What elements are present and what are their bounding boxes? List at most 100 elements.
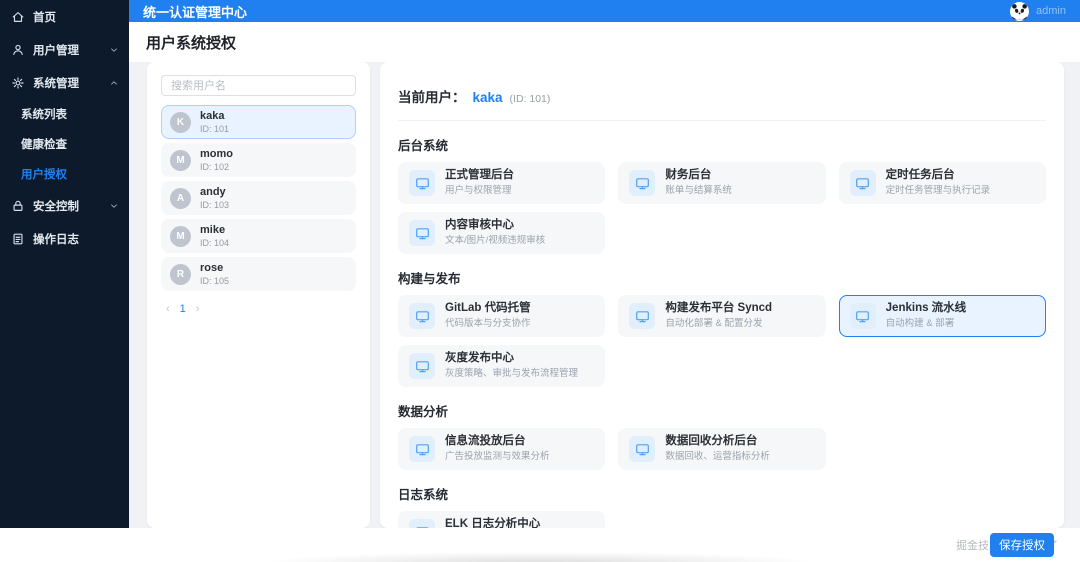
system-card[interactable]: GitLab 代码托管 代码版本与分支协作 <box>398 295 605 337</box>
avatar: K <box>170 112 191 133</box>
current-user-row: 当前用户： kaka (ID: 101) <box>398 62 1046 121</box>
system-card[interactable]: 定时任务后台 定时任务管理与执行记录 <box>839 162 1046 204</box>
system-desc: 数据回收、运营指标分析 <box>665 451 770 462</box>
pagination: ‹ 1 › <box>161 303 356 315</box>
sidebar-item-label: 首页 <box>33 9 119 25</box>
system-name: 内容审核中心 <box>445 219 545 233</box>
user-list-item[interactable]: M momo ID: 102 <box>161 143 356 177</box>
sidebar-item-user-authorization[interactable]: 用户授权 <box>0 159 129 189</box>
section-title: 日志系统 <box>398 484 1046 503</box>
footer-bar: 掘金技术 保存授权 了 <box>0 528 1080 562</box>
user-list-item[interactable]: A andy ID: 103 <box>161 181 356 215</box>
next-page-button[interactable]: › <box>196 303 200 315</box>
system-name: 财务后台 <box>665 169 732 183</box>
system-section: 日志系统 ELK 日志分析中心 全链路日志检索与故障排查 <box>398 484 1046 528</box>
monitor-icon <box>850 303 876 329</box>
system-sections: 后台系统 正式管理后台 用户与权限管理 财务后台 账单与结算系统 定时任务后台 … <box>398 135 1046 528</box>
sidebar-item-system-management[interactable]: 系统管理 <box>0 66 129 99</box>
system-card[interactable]: Jenkins 流水线 自动构建 & 部署 <box>839 295 1046 337</box>
search-input[interactable] <box>161 75 356 96</box>
user-list-item[interactable]: K kaka ID: 101 <box>161 105 356 139</box>
system-card[interactable]: ELK 日志分析中心 全链路日志检索与故障排查 <box>398 511 605 528</box>
system-name: 正式管理后台 <box>445 169 514 183</box>
top-bar: 统一认证管理中心 admin <box>129 0 1080 22</box>
monitor-icon <box>409 353 435 379</box>
save-authorization-button[interactable]: 保存授权 <box>990 533 1054 557</box>
section-title: 后台系统 <box>398 135 1046 154</box>
system-name: GitLab 代码托管 <box>445 302 531 316</box>
system-desc: 文本/图片/视频违规审核 <box>445 235 545 246</box>
system-card[interactable]: 财务后台 账单与结算系统 <box>618 162 825 204</box>
home-icon <box>11 10 25 24</box>
current-user-name: kaka <box>473 90 503 105</box>
system-section: 数据分析 信息流投放后台 广告投放监测与效果分析 数据回收分析后台 数据回收、运… <box>398 401 1046 470</box>
sidebar-item-security-control[interactable]: 安全控制 <box>0 189 129 222</box>
system-card[interactable]: 内容审核中心 文本/图片/视频违规审核 <box>398 212 605 254</box>
monitor-icon <box>409 436 435 462</box>
chevron-down-icon <box>109 201 119 211</box>
system-name: 信息流投放后台 <box>445 435 550 449</box>
user-id: ID: 102 <box>200 162 233 173</box>
system-grid: 信息流投放后台 广告投放监测与效果分析 数据回收分析后台 数据回收、运营指标分析 <box>398 428 1046 470</box>
sidebar-item-health-check[interactable]: 健康检查 <box>0 129 129 159</box>
user-name: kaka <box>200 110 229 123</box>
chevron-down-icon <box>109 45 119 55</box>
user-name: mike <box>200 224 229 237</box>
system-desc: 自动构建 & 部署 <box>886 318 967 329</box>
user-id: ID: 105 <box>200 276 229 287</box>
system-desc: 代码版本与分支协作 <box>445 318 531 329</box>
monitor-icon <box>409 220 435 246</box>
panda-avatar-icon[interactable] <box>1010 2 1029 21</box>
monitor-icon <box>850 170 876 196</box>
monitor-icon <box>629 303 655 329</box>
monitor-icon <box>629 436 655 462</box>
system-name: 灰度发布中心 <box>445 352 578 366</box>
chevron-up-icon <box>109 78 119 88</box>
sidebar-menu: 首页 用户管理 系统管理 系统列表健康检查用户授权 安全控制 操作日志 <box>0 0 129 255</box>
monitor-icon <box>629 170 655 196</box>
system-name: Jenkins 流水线 <box>886 302 967 316</box>
avatar: R <box>170 264 191 285</box>
system-card[interactable]: 信息流投放后台 广告投放监测与效果分析 <box>398 428 605 470</box>
user-id: ID: 103 <box>200 200 229 211</box>
sidebar: 首页 用户管理 系统管理 系统列表健康检查用户授权 安全控制 操作日志 <box>0 0 129 528</box>
sidebar-item-home[interactable]: 首页 <box>0 0 129 33</box>
page-number[interactable]: 1 <box>180 303 186 315</box>
authorization-panel: 当前用户： kaka (ID: 101) 后台系统 正式管理后台 用户与权限管理… <box>380 62 1064 528</box>
user-icon <box>11 43 25 57</box>
system-desc: 定时任务管理与执行记录 <box>886 185 991 196</box>
system-name: 定时任务后台 <box>886 169 991 183</box>
system-card[interactable]: 灰度发布中心 灰度策略、审批与发布流程管理 <box>398 345 605 387</box>
system-grid: 正式管理后台 用户与权限管理 财务后台 账单与结算系统 定时任务后台 定时任务管… <box>398 162 1046 254</box>
system-card[interactable]: 正式管理后台 用户与权限管理 <box>398 162 605 204</box>
sidebar-item-label: 用户管理 <box>33 42 101 58</box>
user-name: andy <box>200 186 229 199</box>
user-panel: K kaka ID: 101 M momo ID: 102 A andy ID:… <box>147 62 370 528</box>
system-card[interactable]: 数据回收分析后台 数据回收、运营指标分析 <box>618 428 825 470</box>
sidebar-item-user-management[interactable]: 用户管理 <box>0 33 129 66</box>
current-user-label: 当前用户： <box>398 86 466 106</box>
gear-icon <box>11 76 25 90</box>
page-header: 用户系统授权 <box>129 22 1080 62</box>
sidebar-item-system-list[interactable]: 系统列表 <box>0 99 129 129</box>
user-id: ID: 104 <box>200 238 229 249</box>
section-title: 构建与发布 <box>398 268 1046 287</box>
doc-icon <box>11 232 25 246</box>
user-list-item[interactable]: R rose ID: 105 <box>161 257 356 291</box>
sidebar-item-operation-logs[interactable]: 操作日志 <box>0 222 129 255</box>
lock-icon <box>11 199 25 213</box>
current-user-id: (ID: 101) <box>510 93 551 105</box>
app-title: 统一认证管理中心 <box>143 2 1010 21</box>
system-name: 数据回收分析后台 <box>665 435 770 449</box>
section-title: 数据分析 <box>398 401 1046 420</box>
user-list-item[interactable]: M mike ID: 104 <box>161 219 356 253</box>
user-id: ID: 101 <box>200 124 229 135</box>
system-desc: 账单与结算系统 <box>665 185 732 196</box>
page-title: 用户系统授权 <box>146 32 236 53</box>
system-section: 后台系统 正式管理后台 用户与权限管理 财务后台 账单与结算系统 定时任务后台 … <box>398 135 1046 254</box>
window-shadow <box>270 552 810 562</box>
prev-page-button[interactable]: ‹ <box>166 303 170 315</box>
system-grid: ELK 日志分析中心 全链路日志检索与故障排查 <box>398 511 1046 528</box>
system-desc: 自动化部署 & 配置分发 <box>665 318 772 329</box>
system-card[interactable]: 构建发布平台 Syncd 自动化部署 & 配置分发 <box>618 295 825 337</box>
